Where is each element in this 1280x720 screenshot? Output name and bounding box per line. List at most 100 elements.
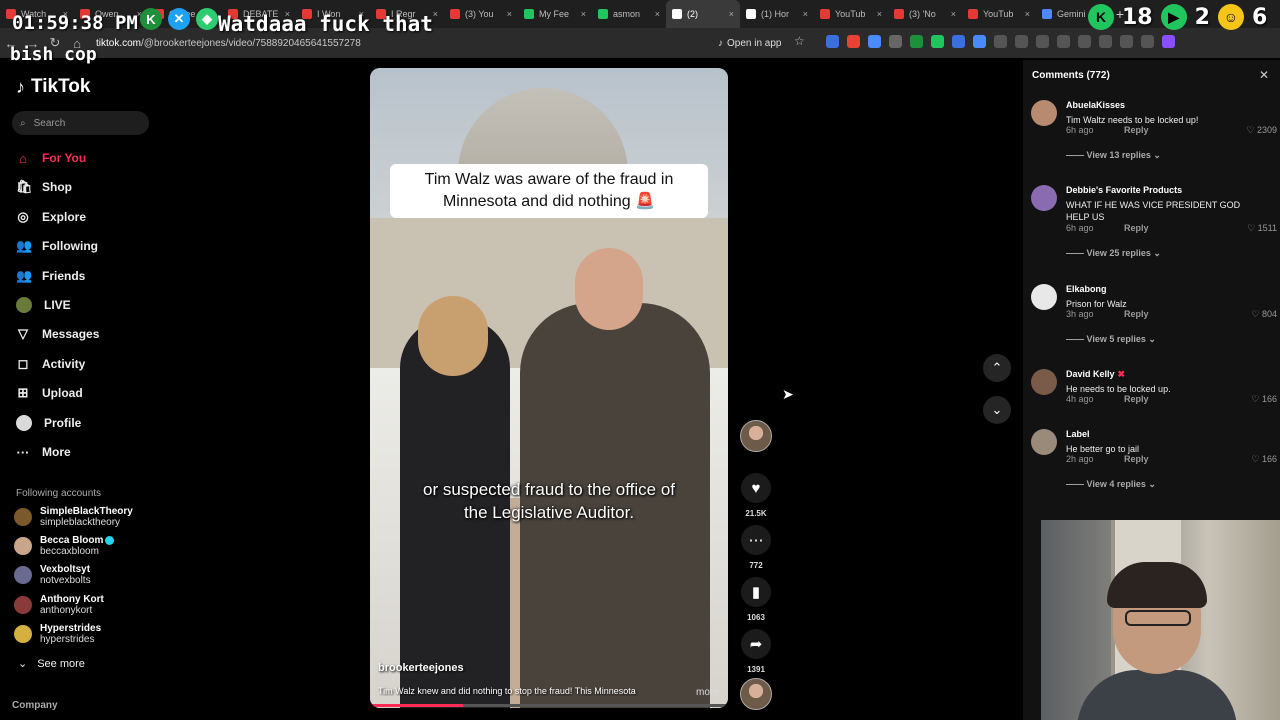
following-account[interactable]: Becca Bloom beccaxbloom (14, 533, 115, 559)
view-replies-button[interactable]: —— View 4 replies ⌄ (1066, 479, 1156, 490)
browser-tab[interactable]: YouTub × (962, 0, 1036, 28)
view-replies-button[interactable]: —— View 25 replies ⌄ (1066, 248, 1161, 259)
avatar[interactable] (1031, 284, 1057, 310)
sidebar-item-profile[interactable]: Profile (16, 412, 81, 434)
browser-tab[interactable]: (3) You × (444, 0, 518, 28)
sidebar-item-more[interactable]: ··· More (16, 441, 71, 463)
extension-icon[interactable] (973, 35, 986, 48)
avatar[interactable] (1031, 100, 1057, 126)
share-button[interactable]: ➦ 1391 (740, 629, 772, 674)
next-video-button[interactable]: ⌄ (983, 396, 1011, 424)
avatar[interactable] (1031, 369, 1057, 395)
extension-icon[interactable] (1141, 35, 1154, 48)
extension-icon[interactable] (1015, 35, 1028, 48)
extension-icon[interactable] (910, 35, 923, 48)
video-player[interactable]: Tim Walz was aware of the fraud in Minne… (370, 68, 728, 708)
sidebar-item-live[interactable]: LIVE (16, 294, 71, 316)
close-icon[interactable]: × (729, 9, 734, 19)
reply-button[interactable]: Reply (1124, 223, 1149, 233)
following-account[interactable]: SimpleBlackTheory simpleblacktheory (14, 504, 133, 530)
comment-author[interactable]: David Kelly ✖ (1066, 369, 1125, 380)
more-icon: ··· (16, 444, 30, 460)
comment-author[interactable]: Label (1066, 429, 1090, 439)
reply-button[interactable]: Reply (1124, 394, 1149, 404)
sidebar-item-upload[interactable]: ⊞ Upload (16, 382, 83, 404)
close-icon[interactable]: × (655, 9, 660, 19)
comment-like-button[interactable]: ♡ 166 (1251, 394, 1277, 405)
video-progress-bar[interactable] (370, 704, 728, 707)
like-button[interactable]: ♥ 21.5K (740, 473, 772, 518)
company-link[interactable]: Company (12, 700, 58, 711)
close-icon[interactable]: × (1025, 9, 1030, 19)
sidebar-item-following[interactable]: 👥 Following (16, 235, 98, 257)
extension-icon[interactable] (868, 35, 881, 48)
comment-like-button[interactable]: ♡ 1511 (1247, 223, 1277, 234)
sidebar-item-messages[interactable]: ▽ Messages (16, 323, 99, 345)
browser-tab[interactable]: YouTub × (814, 0, 888, 28)
sidebar-item-for-you[interactable]: ⌂ For You (16, 147, 86, 169)
sidebar-item-activity[interactable]: ◻ Activity (16, 353, 86, 375)
url-field[interactable]: tiktok.com/@brookerteejones/video/758892… (96, 38, 361, 49)
sidebar-item-shop[interactable]: 🛍 Shop (16, 176, 72, 198)
save-button[interactable]: ▮ 1063 (740, 577, 772, 622)
close-icon[interactable]: × (433, 9, 438, 19)
following-account[interactable]: Anthony Kort anthonykort (14, 592, 104, 618)
comment-like-button[interactable]: ♡ 166 (1251, 454, 1277, 465)
video-author[interactable]: brookerteejones (378, 662, 464, 674)
bookmark-star-icon[interactable]: ☆ (794, 34, 805, 48)
browser-tab[interactable]: My Fee × (518, 0, 592, 28)
browser-tab[interactable]: asmon × (592, 0, 666, 28)
following-account[interactable]: Vexboltsyt notvexbolts (14, 562, 91, 588)
profile-avatar-icon[interactable] (1162, 35, 1175, 48)
close-icon[interactable]: × (877, 9, 882, 19)
heart-outline-icon: ♡ (1251, 454, 1262, 464)
reply-button[interactable]: Reply (1124, 309, 1149, 319)
sidebar-item-explore[interactable]: ◎ Explore (16, 206, 86, 228)
following-account[interactable]: Hyperstrides hyperstrides (14, 621, 101, 647)
avatar (14, 566, 32, 585)
sound-avatar-button[interactable] (740, 678, 772, 710)
extension-icon[interactable] (1099, 35, 1112, 48)
reply-button[interactable]: Reply (1124, 125, 1149, 135)
comment-author[interactable]: Elkabong (1066, 284, 1107, 294)
extension-icon[interactable] (952, 35, 965, 48)
creator-avatar-button[interactable] (740, 420, 772, 452)
account-handle: anthonykort (40, 604, 93, 616)
extension-icon[interactable] (1120, 35, 1133, 48)
comment-button[interactable]: ⋯ 772 (740, 525, 772, 570)
close-icon[interactable]: ✕ (1259, 68, 1269, 82)
comment-author[interactable]: AbuelaKisses (1066, 100, 1125, 110)
comment-text: He better go to jail (1066, 444, 1140, 454)
close-icon[interactable]: × (507, 9, 512, 19)
extension-icon[interactable] (1036, 35, 1049, 48)
comment-author[interactable]: Debbie's Favorite Products (1066, 185, 1182, 195)
previous-video-button[interactable]: ⌃ (983, 354, 1011, 382)
browser-tab[interactable]: (2) × (666, 0, 740, 28)
tiktok-logo[interactable]: ♪ TikTok (16, 76, 90, 98)
extension-icon[interactable] (826, 35, 839, 48)
comment-like-button[interactable]: ♡ 2309 (1246, 125, 1277, 136)
close-icon[interactable]: × (581, 9, 586, 19)
comment-like-count: 166 (1261, 394, 1277, 404)
reply-button[interactable]: Reply (1124, 454, 1149, 464)
close-icon[interactable]: × (951, 9, 956, 19)
avatar[interactable] (1031, 429, 1057, 455)
extension-icon[interactable] (889, 35, 902, 48)
view-replies-button[interactable]: —— View 5 replies ⌄ (1066, 334, 1156, 345)
comment-like-button[interactable]: ♡ 804 (1251, 309, 1277, 320)
extension-icon[interactable] (847, 35, 860, 48)
extension-icon[interactable] (931, 35, 944, 48)
view-replies-button[interactable]: —— View 13 replies ⌄ (1066, 150, 1161, 161)
extension-icon[interactable] (1057, 35, 1070, 48)
search-input[interactable]: ⌕ Search (12, 111, 149, 135)
extension-icon[interactable] (994, 35, 1007, 48)
close-icon[interactable]: × (803, 9, 808, 19)
extension-icon[interactable] (1078, 35, 1091, 48)
browser-tab[interactable]: (1) Hor × (740, 0, 814, 28)
browser-tab[interactable]: (3) 'No × (888, 0, 962, 28)
description-more-button[interactable]: more (696, 687, 719, 698)
open-in-app-button[interactable]: ♪ Open in app (712, 34, 788, 52)
avatar[interactable] (1031, 185, 1057, 211)
see-more-button[interactable]: ⌄ See more (18, 657, 85, 671)
sidebar-item-friends[interactable]: 👥 Friends (16, 265, 85, 287)
